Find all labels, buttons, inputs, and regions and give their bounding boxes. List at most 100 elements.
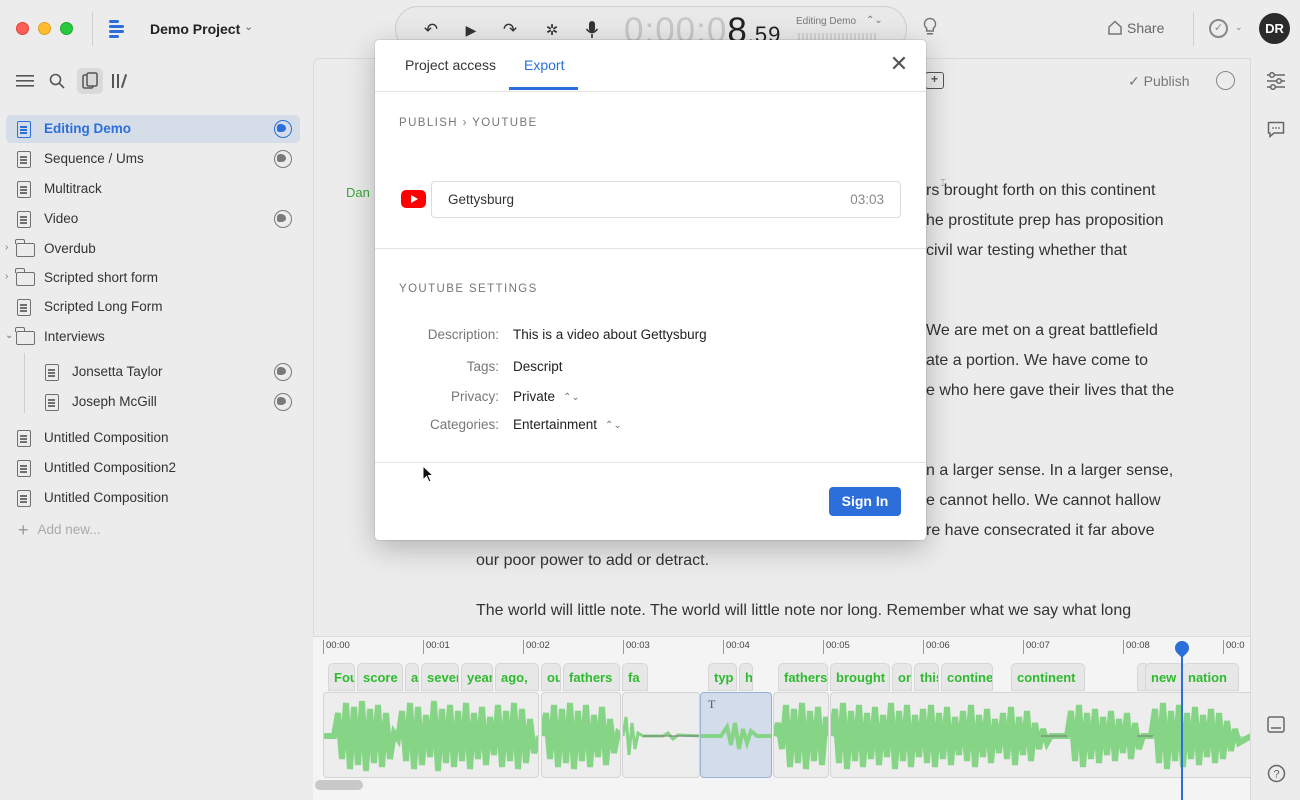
lightbulb-icon[interactable] [922, 17, 938, 42]
sidebar-item-scripted-short-form[interactable]: › Scripted short form [5, 264, 300, 292]
sidebar-item-scripted-long-form[interactable]: Scripted Long Form [6, 293, 300, 321]
audio-clip[interactable] [773, 692, 829, 778]
tab-export[interactable]: Export [524, 57, 564, 73]
transcript-paragraph[interactable]: our poor power to add or detract. [476, 546, 709, 576]
timeline[interactable]: 00:00 00:01 00:02 00:03 00:04 00:05 00:0… [313, 636, 1250, 800]
tab-project-access[interactable]: Project access [405, 57, 496, 73]
word-chip[interactable]: continent [1011, 663, 1085, 691]
waveform-track[interactable]: T [313, 692, 1250, 778]
audio-clip-selected[interactable]: T [700, 692, 772, 778]
word-chip[interactable]: ago, [495, 663, 539, 691]
word-chip[interactable]: seven [421, 663, 459, 691]
speaker-label[interactable]: Dan [346, 185, 370, 200]
word-chip[interactable]: a [405, 663, 419, 691]
chevron-down-icon[interactable]: ⌄ [244, 20, 253, 33]
word-chip[interactable]: on [892, 663, 912, 691]
close-icon[interactable]: ✕ [889, 53, 909, 75]
help-icon[interactable]: ? [1266, 764, 1286, 783]
categories-select[interactable]: Entertainment ⌃⌄ [513, 417, 622, 432]
project-name[interactable]: Demo Project [150, 21, 240, 37]
sidebar-item-overdub[interactable]: › Overdub [5, 235, 300, 263]
descript-logo-icon[interactable] [106, 18, 128, 40]
privacy-select[interactable]: Private ⌃⌄ [513, 389, 580, 404]
chevron-down-icon[interactable]: ⌄ [1235, 22, 1243, 33]
sidebar-item-multitrack[interactable]: Multitrack [6, 175, 300, 203]
sidebar-item-sequence-ums[interactable]: Sequence / Ums [6, 145, 300, 173]
redo-icon[interactable]: ↷ [499, 19, 521, 41]
library-icon[interactable] [110, 70, 132, 92]
video-title-field[interactable]: Gettysburg 03:03 [431, 181, 901, 218]
word-chip[interactable]: fathers [778, 663, 828, 691]
word-chip[interactable]: fa [622, 663, 648, 691]
audio-clip[interactable] [323, 692, 539, 778]
transcript-line: our poor power to add or detract. [476, 552, 710, 569]
word-chip[interactable]: years [461, 663, 493, 691]
word-chip[interactable]: nation [1182, 663, 1239, 691]
play-icon[interactable]: ▶ [460, 19, 482, 41]
up-down-icon[interactable]: ⌃⌄ [866, 15, 883, 26]
sidebar-item-interviews[interactable]: ⌄ Interviews [5, 323, 300, 351]
word-chip[interactable]: h [739, 663, 753, 691]
globe-icon[interactable] [274, 363, 292, 381]
microphone-icon[interactable] [581, 19, 603, 41]
timeline-scrollbar[interactable] [315, 780, 363, 790]
sidebar-item-joseph-mcgill[interactable]: Joseph McGill [34, 388, 300, 416]
tick-label: 00:0 [1223, 640, 1245, 654]
globe-icon[interactable] [1216, 71, 1235, 90]
sidebar-item-jonsetta-taylor[interactable]: Jonsetta Taylor [34, 358, 300, 386]
globe-icon[interactable] [274, 120, 292, 138]
transcript-paragraph[interactable]: The world will little note. The world wi… [476, 596, 1131, 626]
undo-icon[interactable]: ↶ [420, 19, 442, 41]
publish-button[interactable]: ✓ Publish [1128, 73, 1190, 90]
comments-icon[interactable] [1266, 121, 1286, 139]
privacy-value: Private [513, 389, 556, 404]
chevron-right-icon[interactable]: › [5, 271, 8, 282]
sidebar-item-untitled-composition[interactable]: Untitled Composition [6, 424, 300, 452]
transcript-paragraph[interactable]: We are met on a great battlefield ate a … [926, 316, 1174, 406]
globe-icon[interactable] [274, 393, 292, 411]
hamburger-menu-icon[interactable] [14, 70, 36, 92]
word-chip[interactable]: score [357, 663, 403, 691]
checkmark-icon[interactable]: ✓ [1209, 19, 1228, 38]
word-chip[interactable]: continent [941, 663, 993, 691]
description-field[interactable]: This is a video about Gettysburg [513, 327, 707, 342]
sidebar-item-untitled-composition2[interactable]: Untitled Composition2 [6, 454, 300, 482]
share-button[interactable]: Share [1107, 20, 1164, 36]
word-chip[interactable]: fathers [563, 663, 620, 691]
playhead[interactable] [1181, 641, 1183, 800]
word-chip[interactable]: typ [708, 663, 737, 691]
word-chip[interactable]: Fou [328, 663, 355, 691]
audio-clip[interactable] [622, 692, 700, 778]
search-icon[interactable] [46, 70, 68, 92]
add-comment-icon[interactable]: + [925, 72, 944, 89]
properties-sliders-icon[interactable] [1266, 71, 1286, 91]
globe-icon[interactable] [274, 210, 292, 228]
right-panel: ? [1250, 58, 1300, 800]
audio-clip[interactable] [830, 692, 1250, 778]
word-chip[interactable]: this [914, 663, 939, 691]
word-chip[interactable]: brought [830, 663, 890, 691]
word-chip[interactable]: our [541, 663, 561, 691]
sidebar-item-untitled-composition-2[interactable]: Untitled Composition [6, 484, 300, 512]
add-new-button[interactable]: + Add new... [18, 520, 101, 541]
timeline-ruler[interactable]: 00:00 00:01 00:02 00:03 00:04 00:05 00:0… [313, 637, 1250, 657]
globe-icon[interactable] [274, 150, 292, 168]
minimize-window-button[interactable] [38, 22, 51, 35]
close-window-button[interactable] [16, 22, 29, 35]
zoom-window-button[interactable] [60, 22, 73, 35]
ai-effects-icon[interactable]: ✲ [541, 19, 563, 41]
chevron-right-icon[interactable]: › [5, 242, 8, 253]
sidebar-item-video[interactable]: Video [6, 205, 300, 233]
tags-field[interactable]: Descript [513, 359, 563, 374]
chevron-down-icon[interactable]: ⌄ [5, 330, 13, 341]
timeline-toggle-icon[interactable] [1266, 716, 1286, 734]
audio-clip[interactable] [541, 692, 621, 778]
documents-icon[interactable] [77, 68, 103, 94]
sidebar-item-editing-demo[interactable]: Editing Demo [6, 115, 300, 143]
composition-selector[interactable]: Editing Demo [796, 16, 856, 27]
avatar[interactable]: DR [1259, 13, 1290, 44]
sign-in-button[interactable]: Sign In [829, 487, 901, 516]
transcript-paragraph[interactable]: rs brought forth on this continent he pr… [926, 176, 1163, 266]
word-chip[interactable]: new [1145, 663, 1184, 691]
transcript-paragraph[interactable]: n a larger sense. In a larger sense, e c… [926, 456, 1173, 546]
